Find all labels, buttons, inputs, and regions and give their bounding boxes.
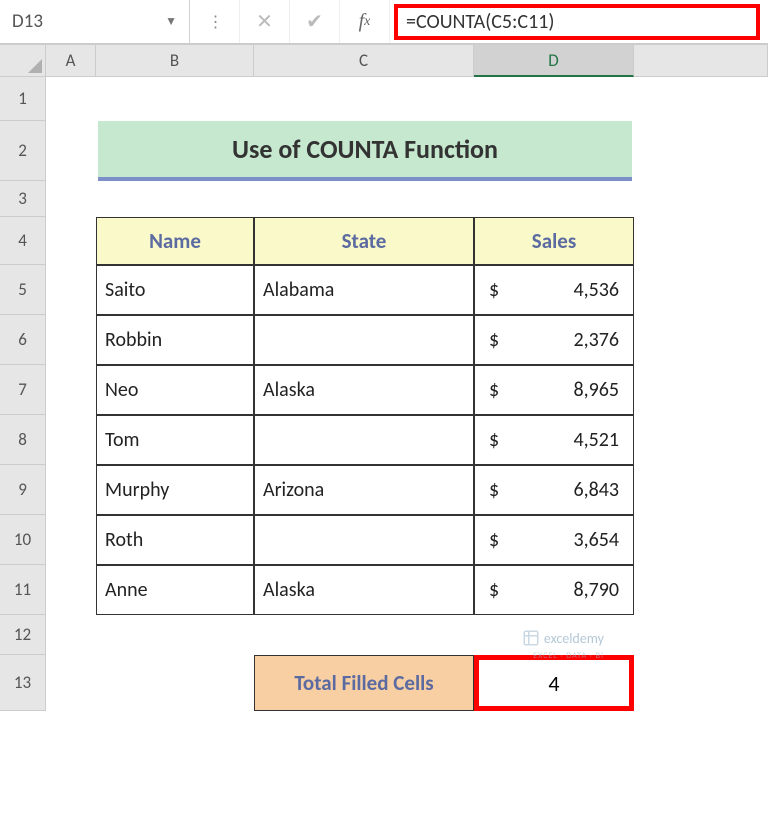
title-cell[interactable]: Use of COUNTA Function <box>98 121 632 181</box>
cell-D9[interactable]: $6,843 <box>474 465 634 515</box>
currency-symbol: $ <box>489 528 499 552</box>
row-header-1[interactable]: 1 <box>0 77 46 121</box>
cell-C6[interactable] <box>254 315 474 365</box>
formula-text: =COUNTA(C5:C11) <box>406 10 554 34</box>
select-all-corner[interactable] <box>0 45 46 77</box>
row-header-9[interactable]: 9 <box>0 465 46 515</box>
cell-D5[interactable]: $4,536 <box>474 265 634 315</box>
cell-B9[interactable]: Murphy <box>96 465 254 515</box>
sales-value: 4,536 <box>573 278 619 302</box>
cell-C11[interactable]: Alaska <box>254 565 474 615</box>
cell-B11[interactable]: Anne <box>96 565 254 615</box>
sales-value: 8,965 <box>573 378 619 402</box>
cell-B5[interactable]: Saito <box>96 265 254 315</box>
row-header-7[interactable]: 7 <box>0 365 46 415</box>
row-header-12[interactable]: 12 <box>0 615 46 655</box>
cell-C10[interactable] <box>254 515 474 565</box>
col-header-rest[interactable] <box>634 45 768 77</box>
currency-symbol: $ <box>489 378 499 402</box>
row-header-11[interactable]: 11 <box>0 565 46 615</box>
sales-value: 8,790 <box>573 578 619 602</box>
cell-D6[interactable]: $2,376 <box>474 315 634 365</box>
currency-symbol: $ <box>489 428 499 452</box>
cell-B6[interactable]: Robbin <box>96 315 254 365</box>
row-header-2[interactable]: 2 <box>0 121 46 181</box>
formula-bar-icons: ⋮ ✕ ✔ fx <box>190 0 390 43</box>
currency-symbol: $ <box>489 328 499 352</box>
watermark-text: exceldemy <box>544 630 604 647</box>
sales-value: 2,376 <box>573 328 619 352</box>
col-header-A[interactable]: A <box>46 45 96 77</box>
cell-D7[interactable]: $8,965 <box>474 365 634 415</box>
total-value-cell[interactable]: 4 <box>474 655 634 711</box>
currency-symbol: $ <box>489 578 499 602</box>
cell-D8[interactable]: $4,521 <box>474 415 634 465</box>
cell-D11[interactable]: $8,790 <box>474 565 634 615</box>
spreadsheet[interactable]: A B C D 1 2 3 4 5 6 7 8 9 10 11 12 13 Us… <box>0 44 768 711</box>
watermark-area: exceldemy EXCEL · DATA · BI <box>254 615 634 655</box>
sales-value: 4,521 <box>573 428 619 452</box>
col-header-C[interactable]: C <box>254 45 474 77</box>
fx-icon[interactable]: fx <box>340 0 390 43</box>
cell-C8[interactable] <box>254 415 474 465</box>
row-header-4[interactable]: 4 <box>0 217 46 265</box>
total-value-text: 4 <box>548 670 559 697</box>
cell-B8[interactable]: Tom <box>96 415 254 465</box>
watermark-logo: exceldemy <box>522 629 604 647</box>
formula-bar: D13 ▼ ⋮ ✕ ✔ fx =COUNTA(C5:C11) <box>0 0 768 44</box>
cell-C9[interactable]: Arizona <box>254 465 474 515</box>
confirm-icon[interactable]: ✔ <box>290 0 340 43</box>
table-header-name[interactable]: Name <box>96 217 254 265</box>
row-header-3[interactable]: 3 <box>0 181 46 217</box>
cell-C5[interactable]: Alabama <box>254 265 474 315</box>
col-header-B[interactable]: B <box>96 45 254 77</box>
currency-symbol: $ <box>489 478 499 502</box>
table-header-sales[interactable]: Sales <box>474 217 634 265</box>
row-header-10[interactable]: 10 <box>0 515 46 565</box>
currency-symbol: $ <box>489 278 499 302</box>
cancel-icon[interactable]: ✕ <box>240 0 290 43</box>
table-header-state[interactable]: State <box>254 217 474 265</box>
title-text: Use of COUNTA Function <box>232 133 498 165</box>
watermark-icon <box>522 629 540 647</box>
cell-D10[interactable]: $3,654 <box>474 515 634 565</box>
sales-value: 3,654 <box>573 528 619 552</box>
cell-B10[interactable]: Roth <box>96 515 254 565</box>
name-box[interactable]: D13 ▼ <box>0 0 190 43</box>
dropdown-icon[interactable]: ▼ <box>165 14 177 29</box>
sales-value: 6,843 <box>573 478 619 502</box>
row-header-8[interactable]: 8 <box>0 415 46 465</box>
watermark-subtext: EXCEL · DATA · BI <box>533 651 604 661</box>
cell-C7[interactable]: Alaska <box>254 365 474 415</box>
row-header-5[interactable]: 5 <box>0 265 46 315</box>
formula-input[interactable]: =COUNTA(C5:C11) <box>394 4 760 40</box>
row-header-13[interactable]: 13 <box>0 655 46 711</box>
more-icon[interactable]: ⋮ <box>190 0 240 43</box>
total-label-cell[interactable]: Total Filled Cells <box>254 655 474 711</box>
col-header-D[interactable]: D <box>474 45 634 77</box>
cell-B7[interactable]: Neo <box>96 365 254 415</box>
cell-reference: D13 <box>12 10 43 33</box>
row-header-6[interactable]: 6 <box>0 315 46 365</box>
